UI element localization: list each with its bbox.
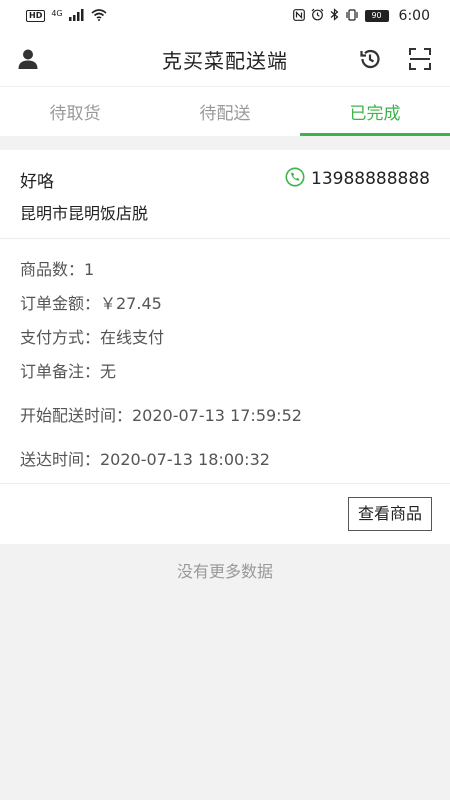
order-note: 订单备注：无 — [20, 362, 117, 381]
phone-link[interactable]: 13988888888 — [285, 167, 430, 191]
customer-address: 昆明市昆明饭店脱 — [20, 204, 149, 223]
user-icon[interactable] — [14, 45, 42, 73]
status-bar: HD 4G 90 6:00 — [0, 0, 450, 32]
delivery-start-time: 开始配送时间：2020-07-13 17:59:52 — [20, 406, 302, 425]
status-tabs: 待取货 待配送 已完成 — [0, 86, 450, 136]
order-details: 商品数：1 订单金额：￥27.45 支付方式：在线支付 订单备注：无 开始配送时… — [0, 239, 450, 484]
vibrate-icon — [345, 8, 359, 24]
delivered-time: 送达时间：2020-07-13 18:00:32 — [20, 450, 270, 469]
payment-method: 支付方式：在线支付 — [20, 328, 165, 347]
view-items-button[interactable]: 查看商品 — [347, 497, 432, 531]
order-card: 好咯 13988888888 昆明市昆明饭店脱 商品数：1 订单金额：￥27.4… — [0, 150, 450, 544]
no-more-data-text: 没有更多数据 — [176, 562, 273, 581]
alarm-icon — [311, 8, 324, 24]
app-header: 克买菜配送端 — [0, 32, 450, 86]
nfc-icon — [292, 8, 305, 24]
clock: 6:00 — [398, 8, 430, 24]
section-gap — [0, 136, 450, 150]
app-screen: HD 4G 90 6:00 克买菜配送端 待取货 待配送 已完成 好咯 1398… — [0, 0, 450, 800]
network-type: 4G — [51, 8, 63, 18]
tab-completed[interactable]: 已完成 — [300, 87, 450, 136]
history-icon[interactable] — [356, 45, 384, 73]
order-amount: 订单金额：￥27.45 — [20, 294, 162, 313]
signal-icon — [68, 8, 85, 24]
order-actions: 查看商品 — [0, 484, 450, 544]
phone-number[interactable]: 13988888888 — [311, 169, 430, 189]
scan-icon[interactable] — [406, 45, 434, 73]
tab-pending-pickup[interactable]: 待取货 — [0, 87, 150, 136]
status-right: 90 6:00 — [292, 8, 430, 24]
item-count: 商品数：1 — [20, 260, 95, 279]
status-left: HD 4G — [26, 8, 107, 24]
tab-pending-delivery[interactable]: 待配送 — [150, 87, 300, 136]
hd-badge: HD — [26, 10, 46, 22]
customer-name: 好咯 — [20, 171, 54, 192]
bluetooth-icon — [330, 8, 339, 24]
wifi-icon — [91, 8, 107, 24]
battery-icon: 90 — [364, 10, 389, 22]
order-customer-section: 好咯 13988888888 昆明市昆明饭店脱 — [0, 150, 450, 239]
customer-row: 好咯 13988888888 — [20, 164, 430, 194]
phone-icon — [285, 167, 305, 191]
